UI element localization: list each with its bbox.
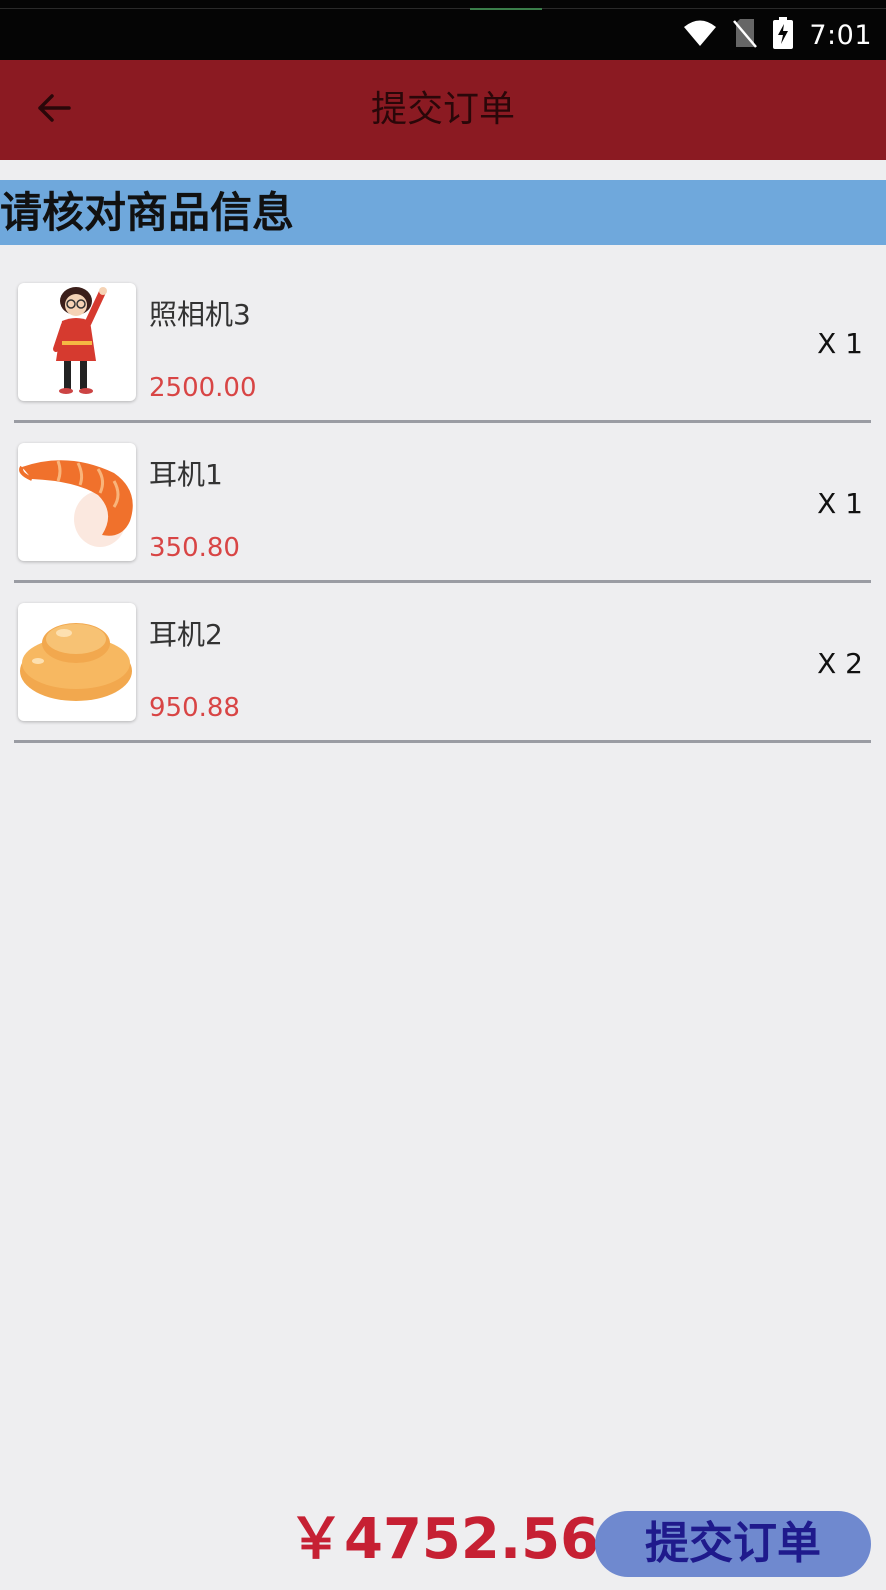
order-item[interactable]: 耳机1 350.80 X 1 [14, 443, 871, 603]
item-name: 耳机1 [149, 458, 223, 491]
girl-illustration [53, 287, 107, 394]
wifi-icon [683, 19, 717, 51]
status-icons: 7:01 [683, 17, 872, 53]
item-price: 950.88 [149, 693, 240, 723]
order-item[interactable]: 照相机3 2500.00 X 1 [14, 283, 871, 443]
submit-order-button[interactable]: 提交订单 [595, 1511, 871, 1577]
no-sim-icon [733, 18, 758, 52]
item-quantity: X 1 [817, 487, 863, 520]
order-total: ￥4752.56 [288, 1507, 600, 1572]
item-name: 照相机3 [149, 298, 251, 331]
status-bar: 7:01 [0, 0, 886, 60]
product-image [18, 603, 136, 721]
app-bar: 提交订单 [0, 60, 886, 160]
bun-illustration [20, 623, 132, 701]
item-quantity: X 1 [817, 327, 863, 360]
product-image [18, 443, 136, 561]
status-bar-edge [0, 8, 886, 9]
divider [14, 420, 871, 423]
divider [14, 580, 871, 583]
item-quantity: X 2 [817, 647, 863, 680]
status-time: 7:01 [809, 19, 872, 51]
order-item[interactable]: 耳机2 950.88 X 2 [14, 603, 871, 763]
battery-charging-icon [773, 17, 794, 53]
page-title: 提交订单 [370, 89, 515, 130]
status-indicator [470, 8, 542, 10]
section-header: 请核对商品信息 [0, 180, 886, 245]
arrow-left-icon [37, 93, 71, 127]
item-price: 350.80 [149, 533, 240, 563]
item-price: 2500.00 [149, 373, 257, 403]
divider [14, 740, 871, 743]
back-button[interactable] [26, 82, 82, 138]
product-image [18, 283, 136, 401]
shrimp-illustration [19, 460, 133, 547]
item-name: 耳机2 [149, 618, 223, 651]
